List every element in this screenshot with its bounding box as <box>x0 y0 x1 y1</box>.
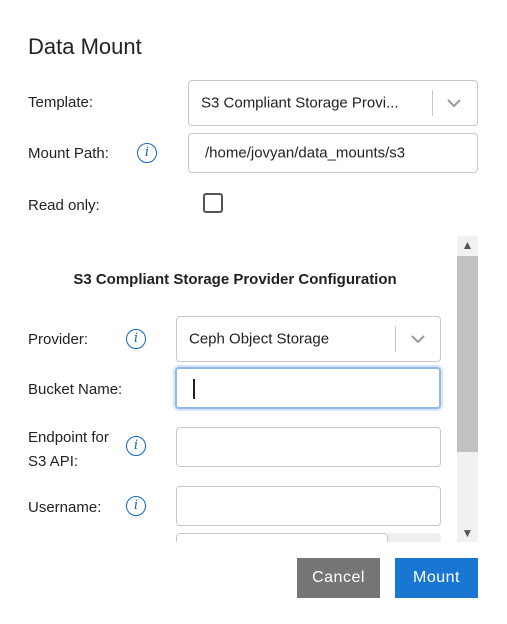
endpoint-input[interactable] <box>176 427 441 467</box>
template-select[interactable]: S3 Compliant Storage Provi... <box>188 80 478 126</box>
provider-value: Ceph Object Storage <box>189 330 330 348</box>
scrollbar-thumb[interactable] <box>457 256 478 452</box>
endpoint-label-line2: S3 API: <box>28 453 79 470</box>
provider-label: Provider: <box>28 331 89 348</box>
template-label: Template: <box>28 94 94 111</box>
endpoint-label-line1: Endpoint for <box>28 429 109 446</box>
partial-field-addon <box>388 533 441 542</box>
info-icon[interactable]: i <box>126 436 146 456</box>
info-icon[interactable]: i <box>126 496 146 516</box>
select-separator <box>432 90 433 116</box>
text-cursor <box>193 379 195 399</box>
mount-button[interactable]: Mount <box>395 558 478 598</box>
mount-path-input[interactable]: /home/jovyan/data_mounts/s3 <box>188 133 478 173</box>
provider-select[interactable]: Ceph Object Storage <box>176 316 441 362</box>
username-input[interactable] <box>176 486 441 526</box>
cancel-button[interactable]: Cancel <box>297 558 380 598</box>
mount-path-value: /home/jovyan/data_mounts/s3 <box>205 144 406 162</box>
bucket-name-input[interactable] <box>175 367 441 409</box>
config-scrollbar[interactable]: ▲ ▼ <box>457 236 478 542</box>
dialog-title: Data Mount <box>28 34 142 59</box>
chevron-down-icon <box>411 335 425 344</box>
mount-path-label: Mount Path: <box>28 145 109 162</box>
config-section-title: S3 Compliant Storage Provider Configurat… <box>73 271 397 288</box>
scroll-up-arrow-icon[interactable]: ▲ <box>457 236 478 254</box>
scroll-down-arrow-icon[interactable]: ▼ <box>457 524 478 542</box>
template-value: S3 Compliant Storage Provi... <box>201 94 399 112</box>
info-icon[interactable]: i <box>126 329 146 349</box>
bucket-name-label: Bucket Name: <box>28 381 123 398</box>
read-only-checkbox[interactable] <box>203 193 223 213</box>
password-input-partial[interactable] <box>176 533 388 542</box>
read-only-label: Read only: <box>28 197 100 214</box>
select-separator <box>395 326 396 352</box>
username-label: Username: <box>28 499 102 516</box>
chevron-down-icon <box>447 99 461 108</box>
info-icon[interactable]: i <box>137 143 157 163</box>
